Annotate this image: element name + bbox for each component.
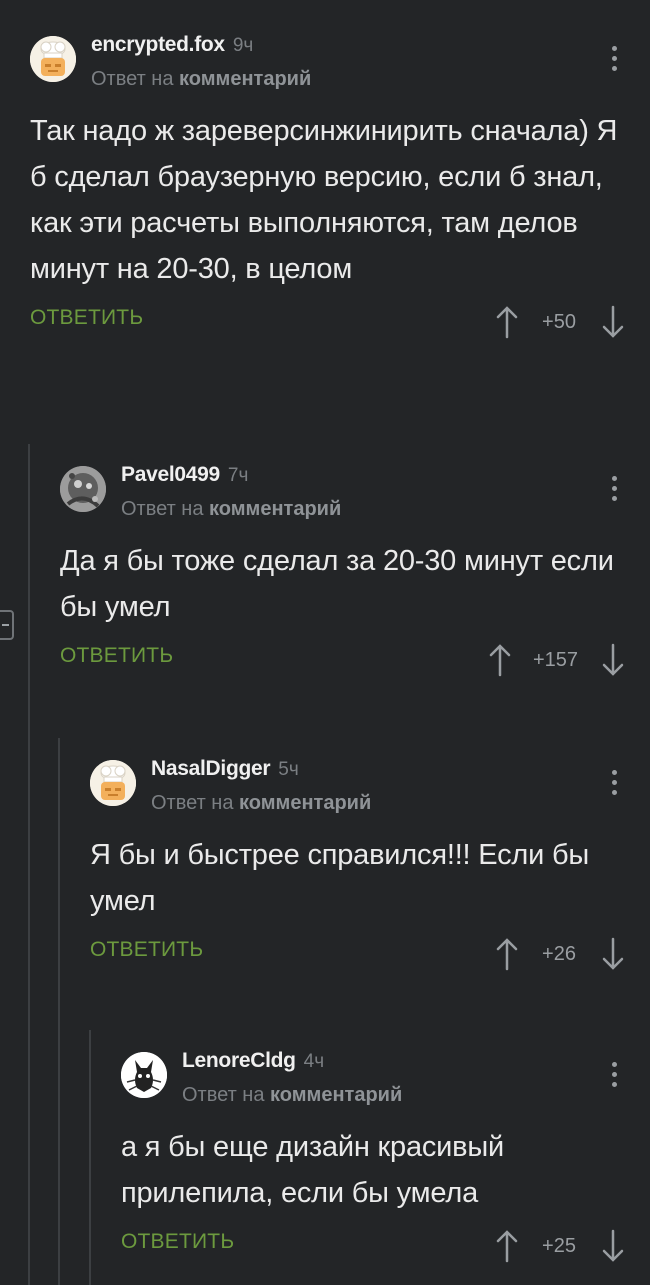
reply-to-line: Ответ на комментарий bbox=[121, 498, 341, 521]
more-options-icon[interactable] bbox=[612, 46, 618, 76]
comment-time: 9ч bbox=[232, 35, 254, 56]
author-line: LenoreCldg 4ч bbox=[182, 1046, 324, 1076]
comment-header: LenoreCldg 4ч Ответ на комментарий bbox=[121, 1046, 650, 1116]
upvote-arrow-icon[interactable] bbox=[487, 643, 513, 677]
thread-line-level-1 bbox=[28, 444, 30, 1285]
reply-prefix: Ответ на bbox=[91, 68, 174, 90]
collapse-thread-button[interactable] bbox=[0, 610, 14, 640]
reply-prefix: Ответ на bbox=[182, 1084, 265, 1106]
cook-avatar-icon[interactable] bbox=[30, 36, 76, 82]
comment-nasaldigger: NasalDigger 5ч Ответ на комментарий Я бы … bbox=[90, 754, 650, 974]
comment-text: Я бы и быстрее справился!!! Если бы умел bbox=[90, 839, 590, 917]
vote-block: +25 bbox=[494, 1226, 626, 1266]
comment-text: Так надо ж зареверсинжинирить сначала) Я… bbox=[30, 115, 618, 285]
vote-block: +26 bbox=[494, 934, 626, 974]
reply-prefix: Ответ на bbox=[151, 792, 234, 814]
comment-encrypted-fox: encrypted.fox 9ч Ответ на комментарий Так… bbox=[30, 30, 650, 342]
downvote-arrow-icon[interactable] bbox=[600, 643, 626, 677]
vote-block: +50 bbox=[494, 302, 626, 342]
comment-text: Да я бы тоже сделал за 20-30 минут если … bbox=[60, 545, 614, 623]
comment-time: 7ч bbox=[227, 465, 249, 486]
comment-header: NasalDigger 5ч Ответ на комментарий bbox=[90, 754, 650, 824]
author-line: encrypted.fox 9ч bbox=[91, 30, 253, 60]
score-value: +157 bbox=[532, 648, 578, 671]
thread-line-level-2 bbox=[58, 738, 60, 1285]
score-value: +26 bbox=[542, 942, 576, 965]
author-name[interactable]: LenoreCldg bbox=[182, 1049, 296, 1072]
reply-prefix: Ответ на bbox=[121, 498, 204, 520]
comment-time: 5ч bbox=[278, 759, 299, 780]
comment-time: 4ч bbox=[303, 1051, 325, 1072]
reply-button[interactable]: ОТВЕТИТЬ bbox=[30, 306, 143, 330]
upvote-arrow-icon[interactable] bbox=[494, 305, 520, 339]
comment-lenorecldg: LenoreCldg 4ч Ответ на комментарий а я бы… bbox=[121, 1046, 650, 1266]
grayscale-photo-avatar-icon[interactable] bbox=[60, 466, 106, 512]
reply-to-comment-link[interactable]: комментарий bbox=[179, 68, 311, 90]
reply-to-line: Ответ на комментарий bbox=[151, 792, 371, 815]
reply-to-comment-link[interactable]: комментарий bbox=[270, 1084, 402, 1106]
reply-to-line: Ответ на комментарий bbox=[91, 68, 311, 91]
comment-actions: ОТВЕТИТЬ +25 bbox=[121, 1226, 650, 1266]
comment-text: а я бы еще дизайн красивый прилепила, ес… bbox=[121, 1131, 505, 1209]
drawing-avatar-icon[interactable] bbox=[121, 1052, 167, 1098]
author-line: Pavel0499 7ч bbox=[121, 460, 248, 490]
downvote-arrow-icon[interactable] bbox=[600, 1229, 626, 1263]
more-options-icon[interactable] bbox=[612, 476, 618, 506]
reply-to-comment-link[interactable]: комментарий bbox=[239, 792, 371, 814]
comment-pavel0499: Pavel0499 7ч Ответ на комментарий Да я бы… bbox=[60, 460, 650, 680]
upvote-arrow-icon[interactable] bbox=[494, 1229, 520, 1263]
author-name[interactable]: NasalDigger bbox=[151, 757, 271, 780]
comment-header: Pavel0499 7ч Ответ на комментарий bbox=[60, 460, 650, 530]
comment-actions: ОТВЕТИТЬ +50 bbox=[30, 302, 650, 342]
author-name[interactable]: encrypted.fox bbox=[91, 33, 225, 56]
cook-avatar-icon[interactable] bbox=[90, 760, 136, 806]
score-value: +25 bbox=[542, 1234, 576, 1257]
reply-to-comment-link[interactable]: комментарий bbox=[209, 498, 341, 520]
reply-button[interactable]: ОТВЕТИТЬ bbox=[90, 938, 203, 962]
more-options-icon[interactable] bbox=[612, 770, 618, 800]
more-options-icon[interactable] bbox=[612, 1062, 618, 1092]
author-name[interactable]: Pavel0499 bbox=[121, 463, 220, 486]
upvote-arrow-icon[interactable] bbox=[494, 937, 520, 971]
comment-actions: ОТВЕТИТЬ +26 bbox=[90, 934, 650, 974]
thread-line-level-3 bbox=[89, 1030, 91, 1285]
comment-header: encrypted.fox 9ч Ответ на комментарий bbox=[30, 30, 650, 100]
downvote-arrow-icon[interactable] bbox=[600, 305, 626, 339]
vote-block: +157 bbox=[487, 640, 626, 680]
author-line: NasalDigger 5ч bbox=[151, 754, 299, 784]
downvote-arrow-icon[interactable] bbox=[600, 937, 626, 971]
reply-to-line: Ответ на комментарий bbox=[182, 1084, 402, 1107]
reply-button[interactable]: ОТВЕТИТЬ bbox=[121, 1230, 234, 1254]
comment-actions: ОТВЕТИТЬ +157 bbox=[60, 640, 650, 680]
score-value: +50 bbox=[542, 310, 576, 333]
reply-button[interactable]: ОТВЕТИТЬ bbox=[60, 644, 173, 668]
